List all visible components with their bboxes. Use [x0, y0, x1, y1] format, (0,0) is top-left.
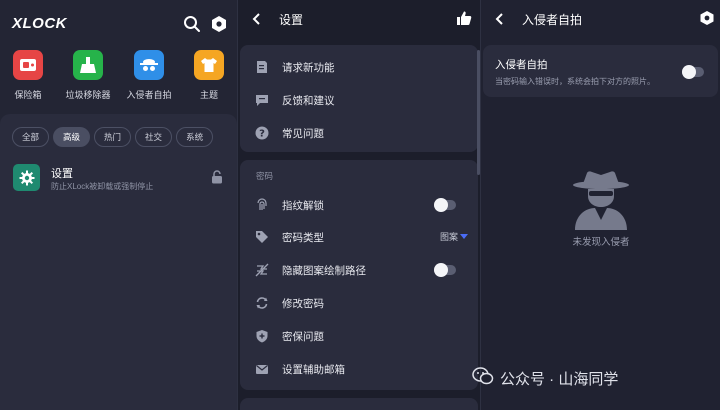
spy-icon — [573, 171, 629, 230]
settings-hex-icon[interactable] — [210, 15, 228, 33]
next-card — [240, 398, 478, 410]
page-title: 设置 — [279, 13, 304, 27]
help-icon: ? — [255, 126, 269, 140]
item-label: 指纹解锁 — [282, 200, 324, 212]
item-label: 设置辅助邮箱 — [282, 364, 345, 376]
app-vault[interactable]: 保险箱 — [0, 50, 58, 101]
item-label: 密保问题 — [282, 331, 324, 343]
chat-icon — [256, 95, 268, 106]
chip-all[interactable]: 全部 — [12, 127, 50, 147]
password-card: 密码 指纹解锁 密码类型 图案 隐藏图案绘制路径 修改密码 密保问题 设置辅助邮… — [240, 160, 478, 390]
backup-email-item[interactable]: 设置辅助邮箱 — [240, 354, 478, 384]
unlock-icon[interactable] — [211, 170, 223, 184]
settings-hex-icon[interactable] — [699, 10, 715, 26]
fingerprint-icon — [257, 198, 267, 210]
item-label: 密码类型 — [282, 232, 324, 244]
app-label: 入侵者自拍 — [126, 90, 172, 100]
settings-panel: 设置 请求新功能 反馈和建议 ? 常见问题 密码 指纹解锁 密码类型 图案 隐藏… — [237, 0, 480, 410]
feedback-item[interactable]: 反馈和建议 — [240, 85, 478, 115]
spy-icon — [134, 50, 164, 80]
watermark-text: 公众号 · 山海同学 — [500, 371, 619, 388]
shield-plus-icon — [256, 330, 268, 343]
chip-advanced[interactable]: 高级 — [53, 127, 91, 147]
app-label: 主题 — [199, 90, 218, 100]
thumbs-up-icon[interactable] — [456, 10, 472, 26]
password-type-item[interactable]: 密码类型 图案 — [240, 222, 478, 252]
item-label: 常见问题 — [282, 128, 324, 140]
back-icon[interactable] — [252, 12, 262, 26]
app-label: 保险箱 — [14, 90, 42, 100]
section-title: 密码 — [256, 171, 274, 181]
chip-social[interactable]: 社交 — [135, 127, 173, 147]
fingerprint-unlock-item[interactable]: 指纹解锁 — [240, 190, 478, 220]
wechat-icon — [472, 367, 494, 385]
security-question-item[interactable]: 密保问题 — [240, 321, 478, 351]
edit-note-icon — [257, 61, 267, 73]
item-label: 修改密码 — [282, 298, 324, 310]
gear-icon — [13, 164, 40, 191]
card-description: 当密码输入错误时，系统会拍下对方的照片。 — [495, 77, 655, 86]
shirt-icon — [194, 50, 224, 80]
settings-row[interactable]: 设置 防止XLock被卸载或强制停止 — [12, 164, 227, 192]
item-label: 隐藏图案绘制路径 — [282, 265, 366, 277]
settings-row-title: 设置 — [51, 168, 73, 180]
refresh-icon — [256, 297, 268, 309]
back-icon[interactable] — [495, 12, 505, 26]
change-password-item[interactable]: 修改密码 — [240, 288, 478, 318]
tag-icon — [256, 231, 268, 243]
search-icon[interactable] — [183, 15, 201, 33]
vault-icon — [13, 50, 43, 80]
intruder-setting-card: 入侵者自拍 当密码输入错误时，系统会拍下对方的照片。 — [483, 45, 718, 97]
broom-icon — [73, 50, 103, 80]
dropdown-caret-icon[interactable] — [460, 234, 468, 239]
intruder-panel: 入侵者自拍 入侵者自拍 当密码输入错误时，系统会拍下对方的照片。 未发现入侵者 — [480, 0, 720, 410]
fingerprint-toggle[interactable] — [434, 198, 456, 212]
settings-row-subtitle: 防止XLock被卸载或强制停止 — [51, 182, 154, 191]
feature-grid: 保险箱 垃圾移除器 入侵者自拍 主题 — [0, 50, 237, 104]
toggle-knob — [434, 263, 448, 277]
hide-path-icon — [255, 263, 269, 277]
password-type-value: 图案 — [439, 232, 458, 242]
toggle-knob — [434, 198, 448, 212]
chip-system[interactable]: 系统 — [176, 127, 214, 147]
home-panel: XLOCK 保险箱 垃圾移除器 入侵者自拍 主题 全部 高级 热门 社交 系统 … — [0, 0, 237, 410]
hide-path-toggle[interactable] — [434, 263, 456, 277]
app-intruder-selfie[interactable]: 入侵者自拍 — [119, 50, 179, 101]
home-header: XLOCK — [0, 0, 237, 48]
page-title: 入侵者自拍 — [522, 13, 583, 27]
app-label: 垃圾移除器 — [65, 90, 111, 100]
feature-list-area: 全部 高级 热门 社交 系统 设置 防止XLock被卸载或强制停止 — [0, 114, 237, 410]
item-label: 反馈和建议 — [282, 95, 335, 107]
toggle-knob — [682, 65, 696, 79]
settings-header: 设置 — [238, 0, 480, 40]
svg-text:?: ? — [259, 129, 265, 140]
app-logo: XLOCK — [12, 15, 67, 32]
app-junk-remover[interactable]: 垃圾移除器 — [58, 50, 118, 101]
item-label: 请求新功能 — [282, 62, 335, 74]
intruder-toggle[interactable] — [682, 65, 704, 79]
request-feature-item[interactable]: 请求新功能 — [240, 52, 478, 82]
empty-state-text: 未发现入侵者 — [572, 237, 630, 248]
chip-popular[interactable]: 热门 — [94, 127, 132, 147]
hide-pattern-path-item[interactable]: 隐藏图案绘制路径 — [240, 255, 478, 285]
watermark: 公众号 · 山海同学 — [472, 367, 619, 389]
card-title: 入侵者自拍 — [495, 59, 548, 71]
help-card: 请求新功能 反馈和建议 ? 常见问题 — [240, 45, 478, 152]
faq-item[interactable]: ? 常见问题 — [240, 118, 478, 148]
mail-icon — [256, 365, 268, 374]
app-theme[interactable]: 主题 — [179, 50, 237, 101]
filter-chips: 全部 高级 热门 社交 系统 — [12, 127, 237, 147]
